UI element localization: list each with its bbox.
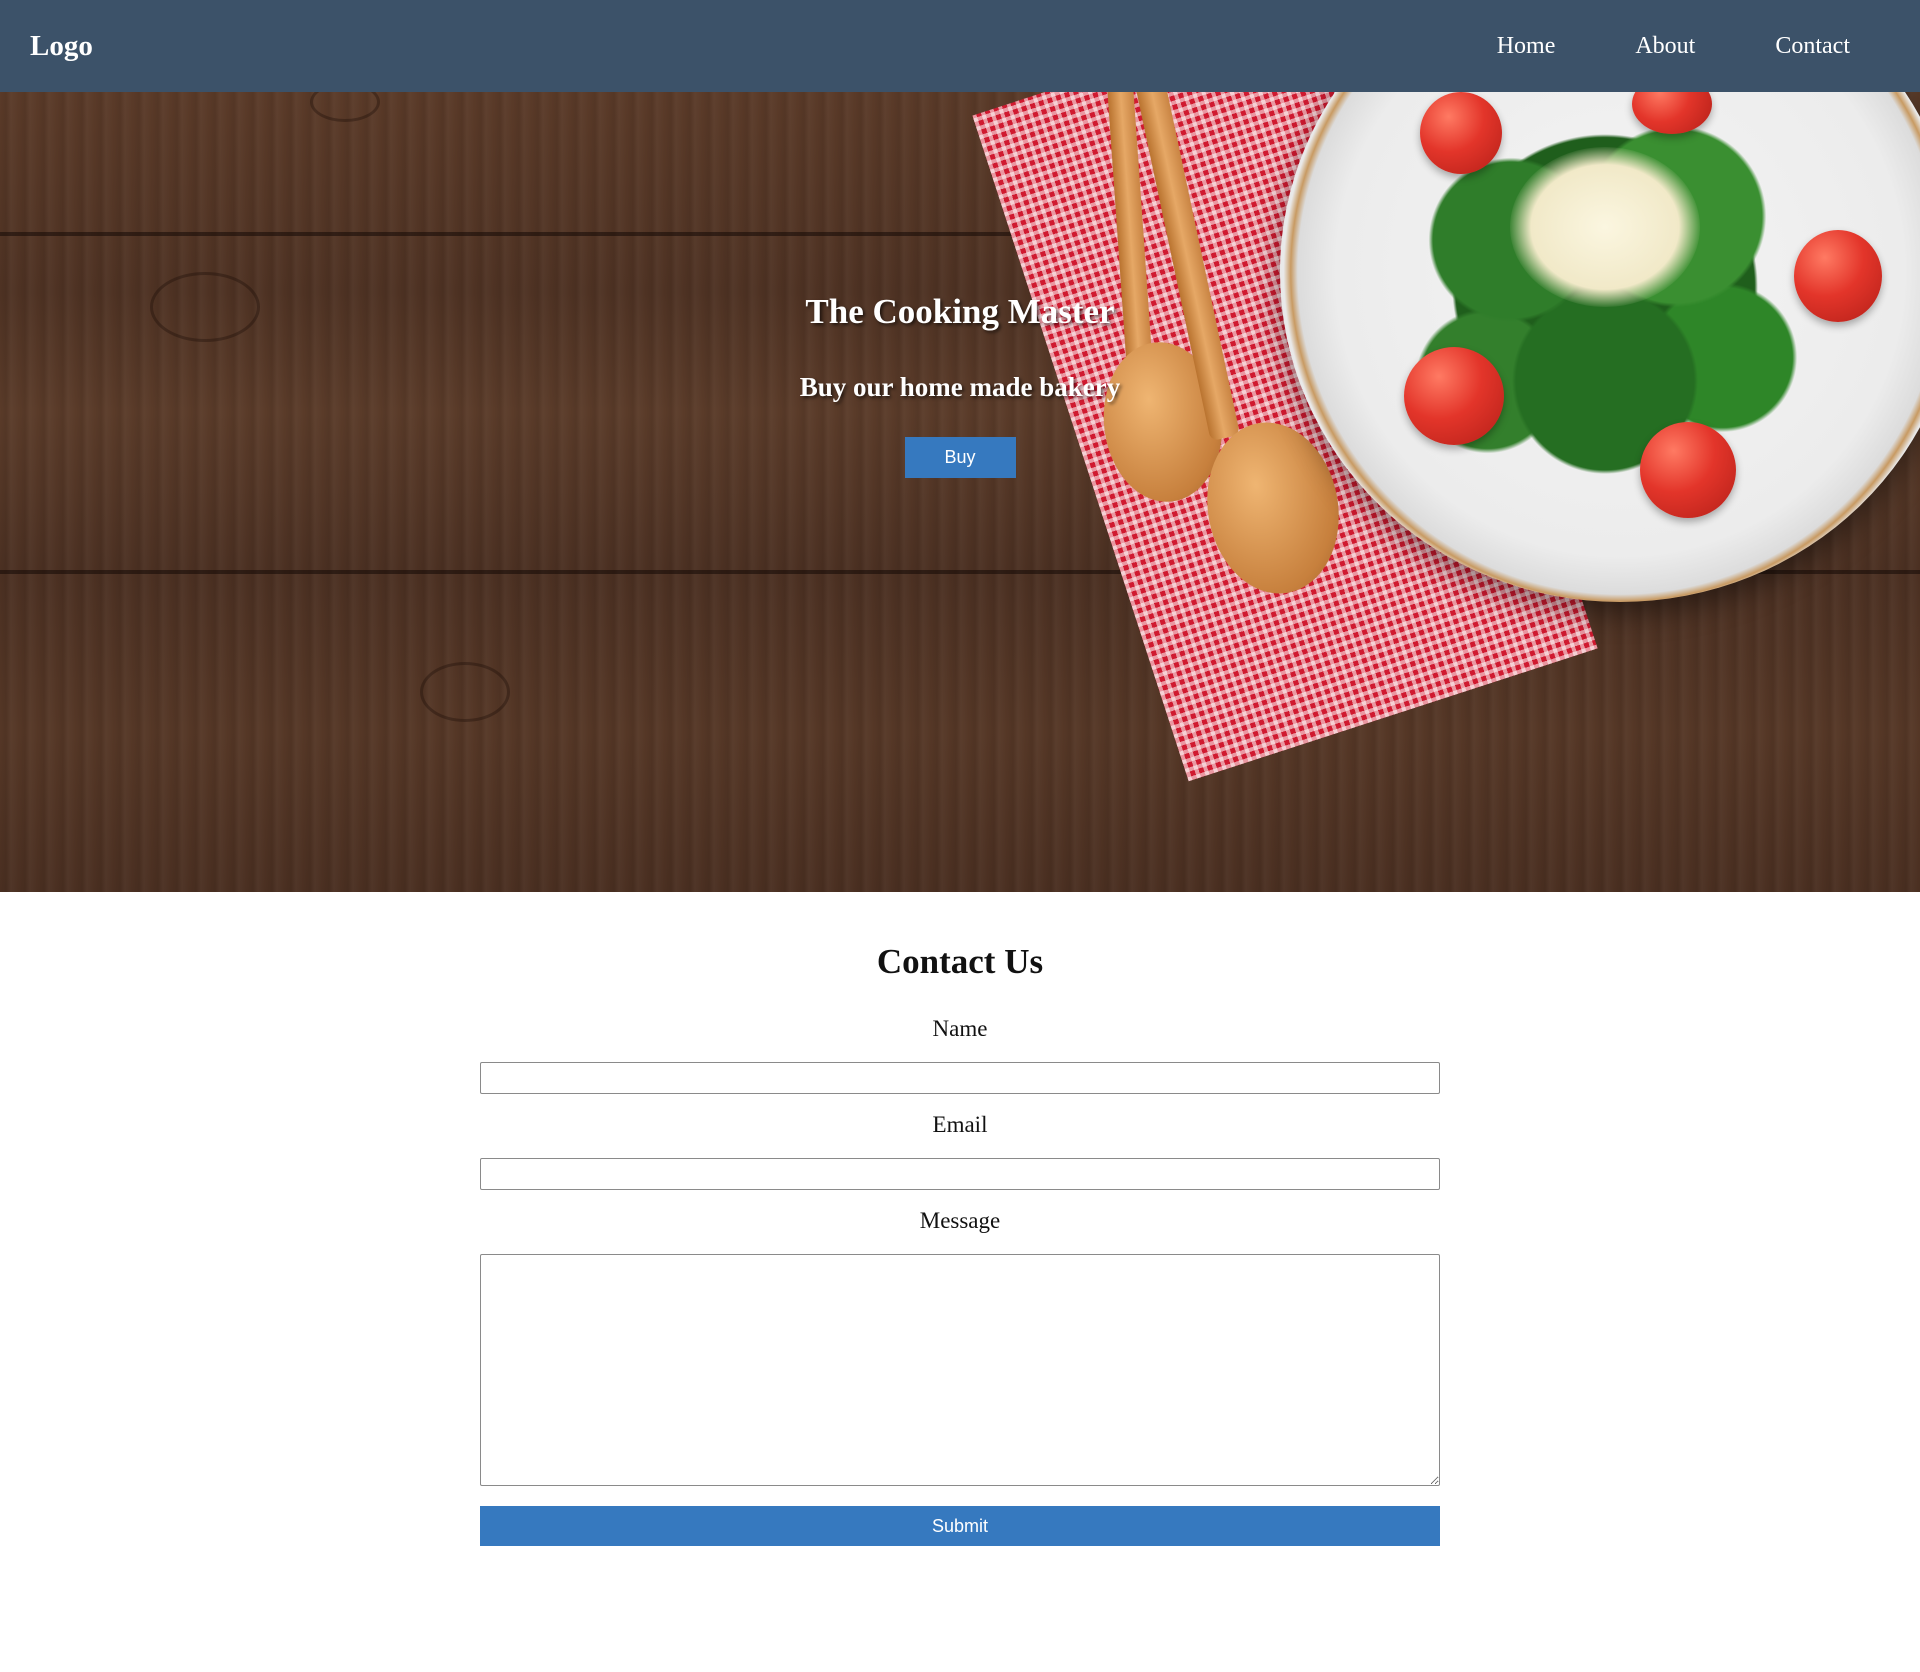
name-label: Name: [932, 1016, 988, 1041]
nav-home-link[interactable]: Home: [1497, 33, 1556, 60]
submit-button[interactable]: Submit: [480, 1506, 1440, 1546]
hero-subtitle: Buy our home made bakery: [799, 372, 1121, 402]
site-header: Logo Home About Contact: [0, 0, 1920, 92]
hero-content: The Cooking Master Buy our home made bak…: [0, 92, 1920, 892]
contact-section: Contact Us Name Email Message Submit: [0, 892, 1920, 1546]
nav-about-link[interactable]: About: [1635, 33, 1695, 60]
name-input[interactable]: [480, 1062, 1440, 1094]
nav-contact-link[interactable]: Contact: [1775, 33, 1850, 60]
buy-button[interactable]: Buy: [904, 437, 1016, 478]
main-nav: Home About Contact: [1497, 33, 1850, 60]
message-label: Message: [919, 1208, 1001, 1233]
contact-form: Name Email Message Submit: [480, 1016, 1440, 1546]
message-textarea[interactable]: [480, 1254, 1440, 1486]
email-label: Email: [932, 1112, 988, 1137]
hero-title: The Cooking Master: [805, 292, 1115, 331]
logo[interactable]: Logo: [30, 30, 93, 63]
contact-title: Contact Us: [876, 942, 1044, 981]
email-input[interactable]: [480, 1158, 1440, 1190]
